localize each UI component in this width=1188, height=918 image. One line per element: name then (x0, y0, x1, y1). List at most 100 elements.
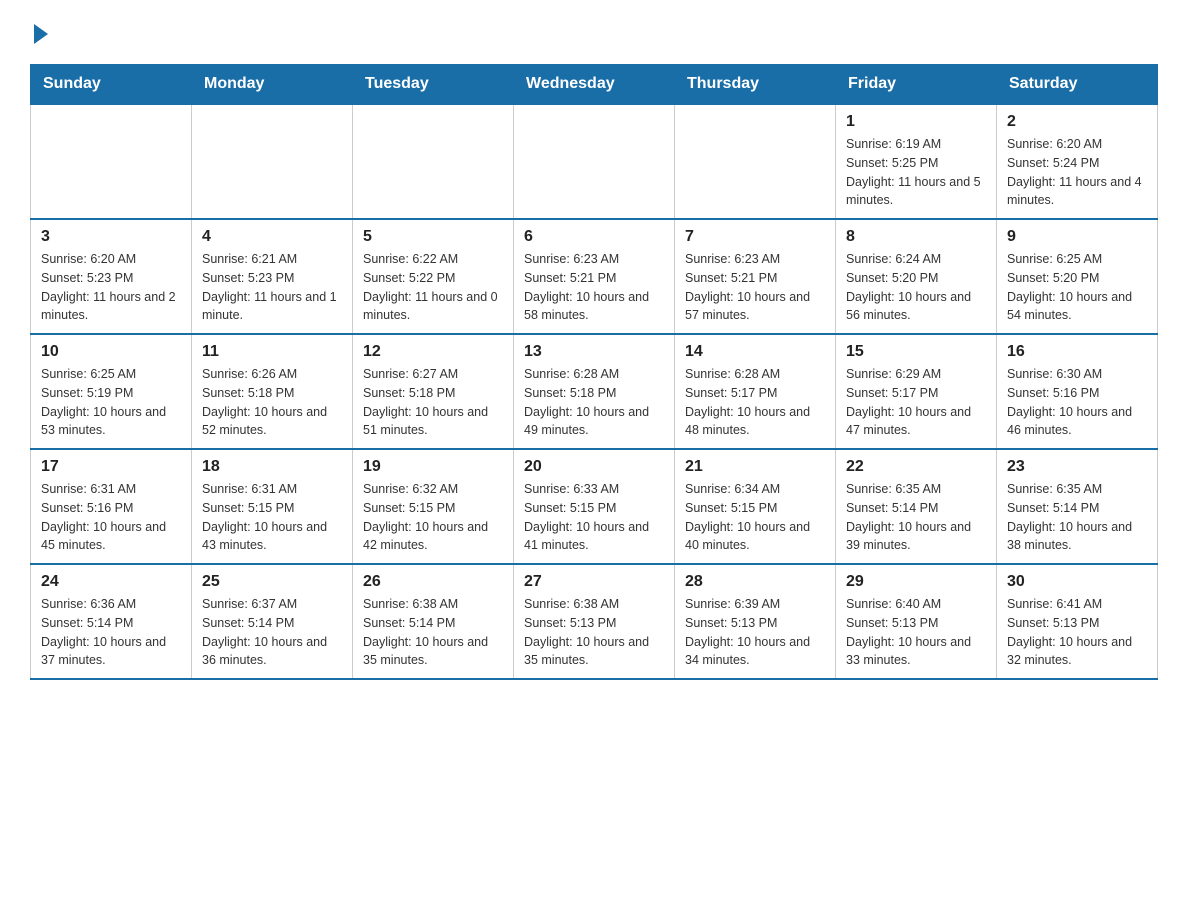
calendar-cell: 8 Sunrise: 6:24 AMSunset: 5:20 PMDaylight… (836, 219, 997, 334)
calendar-cell: 5 Sunrise: 6:22 AMSunset: 5:22 PMDaylight… (353, 219, 514, 334)
day-info: Sunrise: 6:33 AMSunset: 5:15 PMDaylight:… (524, 480, 664, 555)
calendar-cell: 6 Sunrise: 6:23 AMSunset: 5:21 PMDaylight… (514, 219, 675, 334)
day-number: 28 (685, 573, 825, 591)
day-number: 8 (846, 228, 986, 246)
calendar-header-sunday: Sunday (31, 65, 192, 105)
day-number: 16 (1007, 343, 1147, 361)
day-info: Sunrise: 6:38 AMSunset: 5:13 PMDaylight:… (524, 595, 664, 670)
day-number: 4 (202, 228, 342, 246)
day-info: Sunrise: 6:23 AMSunset: 5:21 PMDaylight:… (685, 250, 825, 325)
day-number: 26 (363, 573, 503, 591)
day-info: Sunrise: 6:40 AMSunset: 5:13 PMDaylight:… (846, 595, 986, 670)
calendar-cell: 27 Sunrise: 6:38 AMSunset: 5:13 PMDayligh… (514, 564, 675, 679)
day-info: Sunrise: 6:29 AMSunset: 5:17 PMDaylight:… (846, 365, 986, 440)
day-number: 24 (41, 573, 181, 591)
day-info: Sunrise: 6:23 AMSunset: 5:21 PMDaylight:… (524, 250, 664, 325)
day-info: Sunrise: 6:32 AMSunset: 5:15 PMDaylight:… (363, 480, 503, 555)
day-info: Sunrise: 6:25 AMSunset: 5:20 PMDaylight:… (1007, 250, 1147, 325)
calendar-cell: 24 Sunrise: 6:36 AMSunset: 5:14 PMDayligh… (31, 564, 192, 679)
calendar-cell: 19 Sunrise: 6:32 AMSunset: 5:15 PMDayligh… (353, 449, 514, 564)
day-info: Sunrise: 6:41 AMSunset: 5:13 PMDaylight:… (1007, 595, 1147, 670)
calendar-cell: 21 Sunrise: 6:34 AMSunset: 5:15 PMDayligh… (675, 449, 836, 564)
day-number: 2 (1007, 113, 1147, 131)
day-number: 19 (363, 458, 503, 476)
day-number: 1 (846, 113, 986, 131)
day-info: Sunrise: 6:21 AMSunset: 5:23 PMDaylight:… (202, 250, 342, 325)
calendar-week-row: 1 Sunrise: 6:19 AMSunset: 5:25 PMDaylight… (31, 104, 1158, 219)
day-info: Sunrise: 6:34 AMSunset: 5:15 PMDaylight:… (685, 480, 825, 555)
calendar-cell (192, 104, 353, 219)
calendar-header-saturday: Saturday (997, 65, 1158, 105)
calendar-cell: 15Sunrise: 6:29 AMSunset: 5:17 PMDayligh… (836, 334, 997, 449)
calendar-cell: 14 Sunrise: 6:28 AMSunset: 5:17 PMDayligh… (675, 334, 836, 449)
day-number: 3 (41, 228, 181, 246)
calendar-cell: 2 Sunrise: 6:20 AMSunset: 5:24 PMDaylight… (997, 104, 1158, 219)
day-info: Sunrise: 6:24 AMSunset: 5:20 PMDaylight:… (846, 250, 986, 325)
calendar-cell: 1 Sunrise: 6:19 AMSunset: 5:25 PMDaylight… (836, 104, 997, 219)
calendar-header-tuesday: Tuesday (353, 65, 514, 105)
calendar-header-thursday: Thursday (675, 65, 836, 105)
day-info: Sunrise: 6:31 AMSunset: 5:16 PMDaylight:… (41, 480, 181, 555)
calendar-cell: 9Sunrise: 6:25 AMSunset: 5:20 PMDaylight… (997, 219, 1158, 334)
calendar-cell (514, 104, 675, 219)
calendar-cell: 16 Sunrise: 6:30 AMSunset: 5:16 PMDayligh… (997, 334, 1158, 449)
day-info: Sunrise: 6:37 AMSunset: 5:14 PMDaylight:… (202, 595, 342, 670)
calendar-cell: 4 Sunrise: 6:21 AMSunset: 5:23 PMDaylight… (192, 219, 353, 334)
day-info: Sunrise: 6:36 AMSunset: 5:14 PMDaylight:… (41, 595, 181, 670)
day-info: Sunrise: 6:27 AMSunset: 5:18 PMDaylight:… (363, 365, 503, 440)
calendar-cell: 12 Sunrise: 6:27 AMSunset: 5:18 PMDayligh… (353, 334, 514, 449)
day-info: Sunrise: 6:30 AMSunset: 5:16 PMDaylight:… (1007, 365, 1147, 440)
day-number: 23 (1007, 458, 1147, 476)
day-number: 29 (846, 573, 986, 591)
day-number: 14 (685, 343, 825, 361)
calendar-cell: 18 Sunrise: 6:31 AMSunset: 5:15 PMDayligh… (192, 449, 353, 564)
day-number: 27 (524, 573, 664, 591)
calendar-cell: 13Sunrise: 6:28 AMSunset: 5:18 PMDayligh… (514, 334, 675, 449)
day-info: Sunrise: 6:20 AMSunset: 5:24 PMDaylight:… (1007, 135, 1147, 210)
day-number: 6 (524, 228, 664, 246)
calendar-header-monday: Monday (192, 65, 353, 105)
calendar-header-wednesday: Wednesday (514, 65, 675, 105)
calendar-header-row: SundayMondayTuesdayWednesdayThursdayFrid… (31, 65, 1158, 105)
page-header (30, 20, 1158, 44)
calendar-cell: 29 Sunrise: 6:40 AMSunset: 5:13 PMDayligh… (836, 564, 997, 679)
day-info: Sunrise: 6:19 AMSunset: 5:25 PMDaylight:… (846, 135, 986, 210)
logo-arrow-icon (34, 24, 48, 44)
calendar-week-row: 3 Sunrise: 6:20 AMSunset: 5:23 PMDaylight… (31, 219, 1158, 334)
day-number: 12 (363, 343, 503, 361)
day-info: Sunrise: 6:20 AMSunset: 5:23 PMDaylight:… (41, 250, 181, 325)
day-number: 21 (685, 458, 825, 476)
calendar-cell: 23Sunrise: 6:35 AMSunset: 5:14 PMDayligh… (997, 449, 1158, 564)
day-number: 7 (685, 228, 825, 246)
day-number: 25 (202, 573, 342, 591)
day-number: 18 (202, 458, 342, 476)
calendar-week-row: 10 Sunrise: 6:25 AMSunset: 5:19 PMDayligh… (31, 334, 1158, 449)
calendar-cell: 25 Sunrise: 6:37 AMSunset: 5:14 PMDayligh… (192, 564, 353, 679)
day-number: 22 (846, 458, 986, 476)
calendar-cell (675, 104, 836, 219)
calendar-header-friday: Friday (836, 65, 997, 105)
day-info: Sunrise: 6:28 AMSunset: 5:17 PMDaylight:… (685, 365, 825, 440)
day-info: Sunrise: 6:25 AMSunset: 5:19 PMDaylight:… (41, 365, 181, 440)
calendar-cell: 10 Sunrise: 6:25 AMSunset: 5:19 PMDayligh… (31, 334, 192, 449)
day-number: 17 (41, 458, 181, 476)
calendar-cell: 22 Sunrise: 6:35 AMSunset: 5:14 PMDayligh… (836, 449, 997, 564)
day-info: Sunrise: 6:31 AMSunset: 5:15 PMDaylight:… (202, 480, 342, 555)
calendar-cell (31, 104, 192, 219)
day-info: Sunrise: 6:26 AMSunset: 5:18 PMDaylight:… (202, 365, 342, 440)
calendar-table: SundayMondayTuesdayWednesdayThursdayFrid… (30, 64, 1158, 680)
day-info: Sunrise: 6:22 AMSunset: 5:22 PMDaylight:… (363, 250, 503, 325)
calendar-cell: 7 Sunrise: 6:23 AMSunset: 5:21 PMDaylight… (675, 219, 836, 334)
calendar-cell: 11Sunrise: 6:26 AMSunset: 5:18 PMDayligh… (192, 334, 353, 449)
calendar-cell: 17 Sunrise: 6:31 AMSunset: 5:16 PMDayligh… (31, 449, 192, 564)
day-info: Sunrise: 6:35 AMSunset: 5:14 PMDaylight:… (846, 480, 986, 555)
day-number: 5 (363, 228, 503, 246)
calendar-cell: 30Sunrise: 6:41 AMSunset: 5:13 PMDayligh… (997, 564, 1158, 679)
calendar-cell: 28Sunrise: 6:39 AMSunset: 5:13 PMDayligh… (675, 564, 836, 679)
day-info: Sunrise: 6:28 AMSunset: 5:18 PMDaylight:… (524, 365, 664, 440)
calendar-cell (353, 104, 514, 219)
calendar-cell: 26Sunrise: 6:38 AMSunset: 5:14 PMDayligh… (353, 564, 514, 679)
day-number: 10 (41, 343, 181, 361)
calendar-cell: 20Sunrise: 6:33 AMSunset: 5:15 PMDayligh… (514, 449, 675, 564)
calendar-week-row: 17 Sunrise: 6:31 AMSunset: 5:16 PMDayligh… (31, 449, 1158, 564)
